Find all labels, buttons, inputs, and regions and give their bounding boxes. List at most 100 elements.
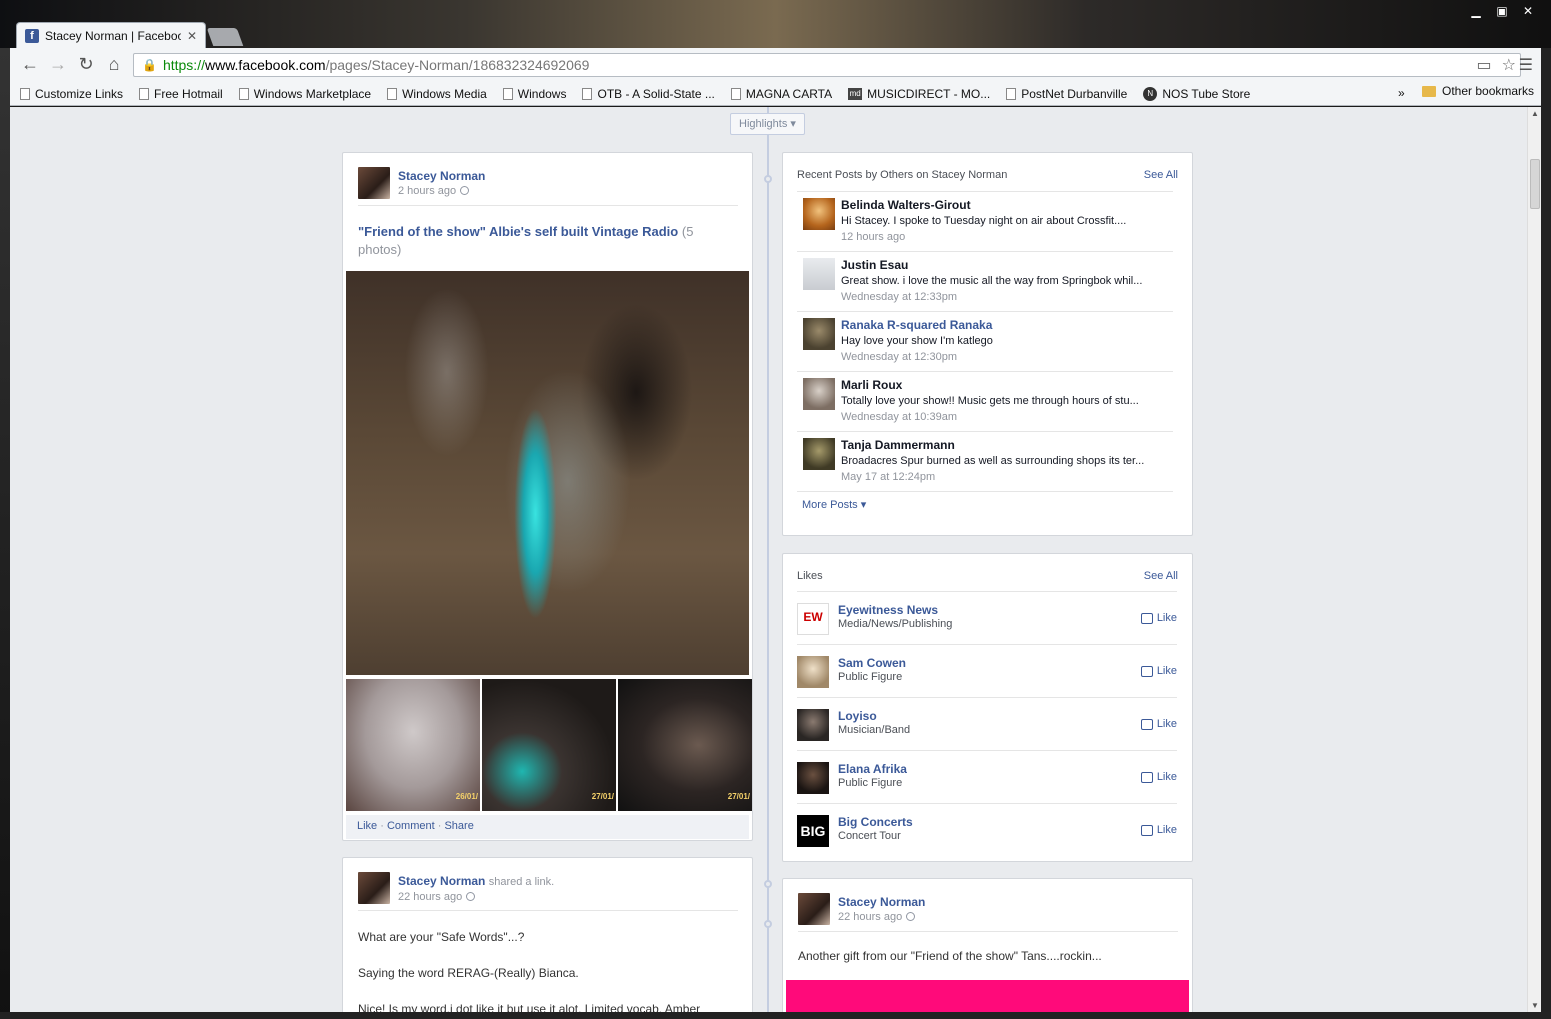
avatar[interactable] (797, 656, 829, 688)
maximize-button[interactable]: ▣ (1489, 4, 1515, 21)
see-all-link[interactable]: See All (1144, 169, 1178, 181)
avatar[interactable] (803, 438, 835, 470)
like-button[interactable]: Like (1140, 612, 1177, 624)
reload-button[interactable]: ↻ (72, 53, 100, 77)
page-icon (387, 87, 398, 100)
like-button[interactable]: Like (1140, 718, 1177, 730)
page-name[interactable]: Big Concerts (838, 815, 913, 829)
close-tab-icon[interactable]: ✕ (187, 29, 197, 43)
poster-name[interactable]: Justin Esau (841, 258, 908, 272)
bookmark-item[interactable]: md MUSICDIRECT - MO... (848, 87, 990, 101)
like-button[interactable]: Like (1140, 665, 1177, 677)
default-avatar-icon[interactable] (803, 258, 835, 290)
avatar[interactable] (798, 893, 830, 925)
eyewitness-news-logo[interactable]: EW (797, 603, 829, 635)
scrollbar-thumb[interactable] (1530, 159, 1540, 209)
post-time[interactable]: 22 hours ago (398, 891, 462, 903)
photo-thumbnail[interactable]: 27/01/ (482, 679, 616, 811)
poster-name[interactable]: Tanja Dammermann (841, 438, 955, 452)
post-time[interactable]: Wednesday at 12:33pm (841, 291, 957, 303)
recent-post-item[interactable]: Belinda Walters-Girout Hi Stacey. I spok… (797, 191, 1173, 251)
post-author[interactable]: Stacey Norman (838, 895, 925, 910)
post-time[interactable]: 2 hours ago (398, 185, 456, 197)
bookmark-item[interactable]: OTB - A Solid-State ... (582, 87, 715, 101)
post-time[interactable]: 12 hours ago (841, 231, 905, 243)
avatar[interactable] (797, 762, 829, 794)
cast-icon[interactable]: ▭ (1477, 55, 1492, 75)
address-bar[interactable]: 🔒 https://www.facebook.com/pages/Stacey-… (133, 53, 1521, 77)
other-bookmarks[interactable]: Other bookmarks (1422, 84, 1534, 98)
liked-page-item[interactable]: EW Eyewitness News Media/News/Publishing… (797, 591, 1177, 644)
bookmark-item[interactable]: Windows Marketplace (238, 87, 371, 101)
post-author[interactable]: Stacey Norman (398, 169, 485, 184)
post-time[interactable]: Wednesday at 12:30pm (841, 351, 957, 363)
liked-page-item[interactable]: BIG Big Concerts Concert Tour Like (797, 803, 1177, 856)
liked-page-item[interactable]: Loyiso Musician/Band Like (797, 697, 1177, 750)
post-time[interactable]: May 17 at 12:24pm (841, 471, 935, 483)
page-name[interactable]: Eyewitness News (838, 603, 938, 617)
liked-page-item[interactable]: Elana Afrika Public Figure Like (797, 750, 1177, 803)
avatar[interactable] (358, 872, 390, 904)
recent-post-item[interactable]: Tanja Dammermann Broadacres Spur burned … (797, 431, 1173, 491)
comment-link[interactable]: Comment (387, 820, 435, 832)
post-action-text: shared a link. (488, 876, 555, 888)
share-link[interactable]: Share (444, 820, 473, 832)
bookmark-label: NOS Tube Store (1162, 86, 1251, 101)
like-button[interactable]: Like (1140, 824, 1177, 836)
like-button[interactable]: Like (1140, 771, 1177, 783)
page-category: Musician/Band (838, 724, 911, 736)
album-title-link[interactable]: "Friend of the show" Albie's self built … (358, 224, 678, 239)
forward-button[interactable]: → (44, 53, 72, 77)
page-name[interactable]: Loyiso (838, 709, 877, 723)
see-all-link[interactable]: See All (1144, 570, 1178, 582)
page-scrollbar[interactable]: ▲ ▼ (1527, 107, 1541, 1012)
new-tab-button[interactable] (206, 28, 244, 46)
page-name[interactable]: Sam Cowen (838, 656, 906, 670)
minimize-button[interactable]: ▁ (1463, 4, 1489, 21)
main-photo[interactable] (346, 271, 749, 675)
bookmark-star-icon[interactable]: ☆ (1502, 55, 1516, 75)
post-photo[interactable] (786, 980, 1189, 1012)
avatar[interactable] (358, 167, 390, 199)
bookmark-item[interactable]: PostNet Durbanville (1006, 87, 1127, 101)
window-frame-right (1541, 48, 1551, 1019)
post-author[interactable]: Stacey Norman (398, 874, 485, 888)
scroll-up-arrow-icon[interactable]: ▲ (1531, 109, 1539, 118)
avatar[interactable] (803, 318, 835, 350)
photo-thumbnail[interactable]: 26/01/ (346, 679, 480, 811)
recent-post-item[interactable]: Justin Esau Great show. i love the music… (797, 251, 1173, 311)
poster-name[interactable]: Belinda Walters-Girout (841, 198, 971, 212)
post-actions: Like · Comment · Share (346, 815, 749, 839)
bookmark-item[interactable]: N NOS Tube Store (1143, 86, 1251, 101)
poster-name[interactable]: Marli Roux (841, 378, 902, 392)
bookmark-item[interactable]: Windows (502, 87, 566, 101)
big-concerts-logo[interactable]: BIG (797, 815, 829, 847)
poster-name[interactable]: Ranaka R-squared Ranaka (841, 318, 992, 332)
page-name[interactable]: Elana Afrika (838, 762, 907, 776)
photo-date-stamp: 27/01/ (591, 792, 614, 801)
highlights-dropdown[interactable]: Highlights ▾ (730, 113, 805, 135)
more-posts-button[interactable]: More Posts ▾ (802, 498, 866, 511)
scroll-down-arrow-icon[interactable]: ▼ (1531, 1001, 1539, 1010)
browser-tab[interactable]: f Stacey Norman | Facebook ✕ (16, 22, 206, 48)
home-button[interactable]: ⌂ (100, 53, 128, 77)
avatar[interactable] (797, 709, 829, 741)
url-path: /pages/Stacey-Norman/186832324692069 (325, 57, 590, 73)
bookmark-item[interactable]: Customize Links (20, 87, 123, 101)
bookmark-item[interactable]: Windows Media (387, 87, 487, 101)
avatar[interactable] (803, 378, 835, 410)
bookmarks-overflow-button[interactable]: » (1398, 86, 1405, 100)
post-time[interactable]: 22 hours ago (838, 911, 902, 923)
avatar[interactable] (803, 198, 835, 230)
post-time[interactable]: Wednesday at 10:39am (841, 411, 957, 423)
liked-page-item[interactable]: Sam Cowen Public Figure Like (797, 644, 1177, 697)
bookmark-item[interactable]: Free Hotmail (139, 87, 223, 101)
like-link[interactable]: Like (357, 820, 377, 832)
bookmark-item[interactable]: MAGNA CARTA (730, 87, 832, 101)
photo-thumbnail[interactable]: 27/01/ (618, 679, 752, 811)
back-button[interactable]: ← (16, 53, 44, 77)
recent-post-item[interactable]: Ranaka R-squared Ranaka Hay love your sh… (797, 311, 1173, 371)
close-window-button[interactable]: ✕ (1515, 4, 1541, 21)
chrome-menu-icon[interactable]: ☰ (1519, 55, 1533, 75)
recent-post-item[interactable]: Marli Roux Totally love your show!! Musi… (797, 371, 1173, 431)
